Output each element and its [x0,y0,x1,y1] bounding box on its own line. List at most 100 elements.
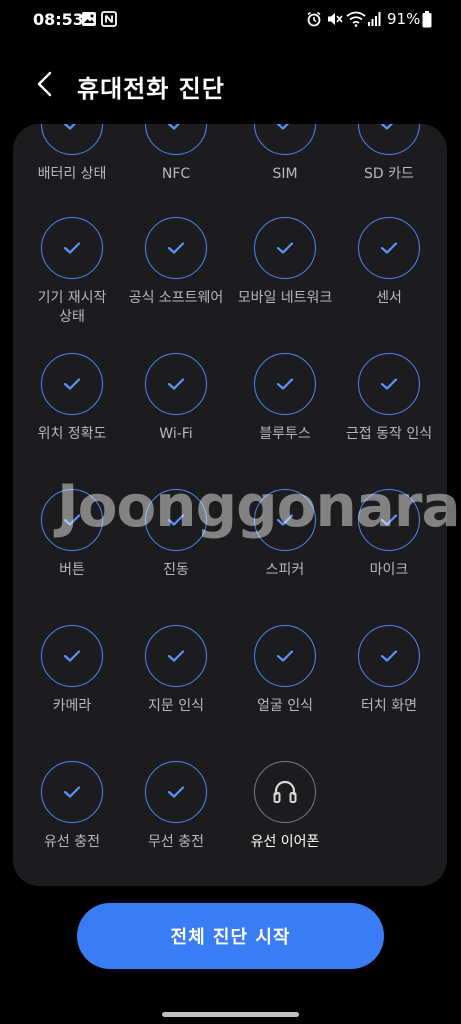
diagnostic-item[interactable]: 유선 충전 [17,761,127,873]
diagnostic-passed-circle [145,217,207,279]
checkmark-icon [63,124,77,130]
diagnostic-passed-circle [254,489,316,551]
checkmark-icon [276,124,290,130]
diagnostic-item[interactable]: 배터리 상태 [17,124,127,205]
checkmark-icon [63,378,81,390]
diagnostic-label: NFC [161,166,191,182]
diagnostic-label: 기기 재시작 상태 [37,290,107,325]
diagnostic-label: Wi-Fi [159,426,193,442]
diagnostic-passed-circle [358,489,420,551]
start-all-diagnostics-button[interactable]: 전체 진단 시작 [77,903,384,969]
diagnostic-passed-circle [254,124,316,155]
diagnostic-passed-circle [41,625,103,687]
checkmark-icon [167,378,185,390]
page-title: 휴대전화 진단 [77,75,225,103]
diagnostic-passed-circle [254,217,316,279]
diagnostic-item[interactable]: SIM [230,124,340,205]
diagnostic-label: 카메라 [52,698,92,714]
wifi-icon [346,11,366,27]
diagnostic-passed-circle [41,124,103,155]
battery-icon [422,11,432,28]
diagnostic-passed-circle [41,761,103,823]
checkmark-icon [63,650,81,662]
checkmark-icon [380,378,398,390]
checkmark-icon [63,242,81,254]
diagnostic-item[interactable]: 근접 동작 인식 [334,353,444,465]
checkmark-icon [167,786,185,798]
diagnostic-label: 공식 소프트웨어 [128,290,224,306]
diagnostic-label: 마이크 [369,562,409,578]
diagnostic-passed-circle [254,625,316,687]
diagnostic-label: 버튼 [59,562,85,578]
diagnostic-item[interactable]: 카메라 [17,625,127,737]
diagnostic-passed-circle [358,124,420,155]
diagnostic-label: 무선 충전 [148,834,204,850]
home-indicator [162,1012,299,1017]
checkmark-icon [167,514,185,526]
diagnostic-passed-circle [254,353,316,415]
diagnostic-passed-circle [358,625,420,687]
diagnostic-passed-circle [145,625,207,687]
diagnostic-label: 지문 인식 [148,698,204,714]
diagnostic-item[interactable]: 얼굴 인식 [230,625,340,737]
diagnostic-item[interactable]: 공식 소프트웨어 [121,217,231,329]
checkmark-icon [276,242,294,254]
diagnostic-label: 얼굴 인식 [257,698,313,714]
diagnostic-item[interactable]: 모바일 네트워크 [230,217,340,329]
diagnostic-passed-circle [41,489,103,551]
mute-icon [328,13,343,25]
gallery-icon [82,12,96,26]
checkmark-icon [276,378,294,390]
diagnostic-item[interactable]: 버튼 [17,489,127,601]
diagnostic-item[interactable]: 터치 화면 [334,625,444,737]
diagnostic-label: 스피커 [265,562,305,578]
header: 휴대전화 진단 [0,55,461,115]
checkmark-icon [380,650,398,662]
checkmark-icon [167,124,181,130]
diagnostic-passed-circle [41,353,103,415]
checkmark-icon [380,124,394,130]
diagnostic-passed-circle [358,217,420,279]
signal-icon [368,12,381,26]
chevron-left-icon [37,71,52,97]
diagnostic-label: 센서 [376,290,402,306]
diagnostic-label: 근접 동작 인식 [345,426,433,442]
diagnostic-item[interactable]: 마이크 [334,489,444,601]
diagnostic-item[interactable]: 진동 [121,489,231,601]
diagnostic-label: 모바일 네트워크 [237,290,333,306]
diagnostics-card: 배터리 상태 NFC SIM SD 카드기기 재시작 상태 공식 소프트웨어 모바일 네트… [13,124,447,886]
headphones-icon [273,780,297,803]
diagnostic-label: 유선 이어폰 [250,834,320,850]
nfc-icon [101,11,117,27]
checkmark-icon [276,514,294,526]
back-button[interactable] [28,67,62,101]
diagnostic-passed-circle [145,353,207,415]
checkmark-icon [167,650,185,662]
diagnostic-item[interactable]: NFC [121,124,231,205]
diagnostic-item[interactable]: 유선 이어폰 [230,761,340,873]
diagnostic-item[interactable]: 센서 [334,217,444,329]
diagnostic-label: 위치 정확도 [37,426,107,442]
checkmark-icon [63,514,81,526]
diagnostic-item[interactable]: SD 카드 [334,124,444,205]
diagnostic-passed-circle [358,353,420,415]
diagnostic-label: SIM [272,166,298,182]
diagnostic-item[interactable]: 무선 충전 [121,761,231,873]
diagnostic-label: 배터리 상태 [37,166,107,182]
diagnostic-label: 터치 화면 [361,698,417,714]
status-bar: 08:53 91% [0,0,461,40]
diagnostic-item[interactable]: Wi-Fi [121,353,231,465]
diagnostic-item[interactable]: 위치 정확도 [17,353,127,465]
diagnostic-label: 유선 충전 [44,834,100,850]
diagnostic-label: 진동 [163,562,189,578]
battery-percentage: 91% [387,10,421,28]
checkmark-icon [380,514,398,526]
diagnostic-item[interactable]: 블루투스 [230,353,340,465]
diagnostic-item[interactable]: 지문 인식 [121,625,231,737]
diagnostic-item[interactable]: 기기 재시작 상태 [17,217,127,329]
checkmark-icon [380,242,398,254]
diagnostic-pending-circle [254,761,316,823]
diagnostic-passed-circle [145,489,207,551]
diagnostic-item[interactable]: 스피커 [230,489,340,601]
alarm-icon [307,11,321,27]
